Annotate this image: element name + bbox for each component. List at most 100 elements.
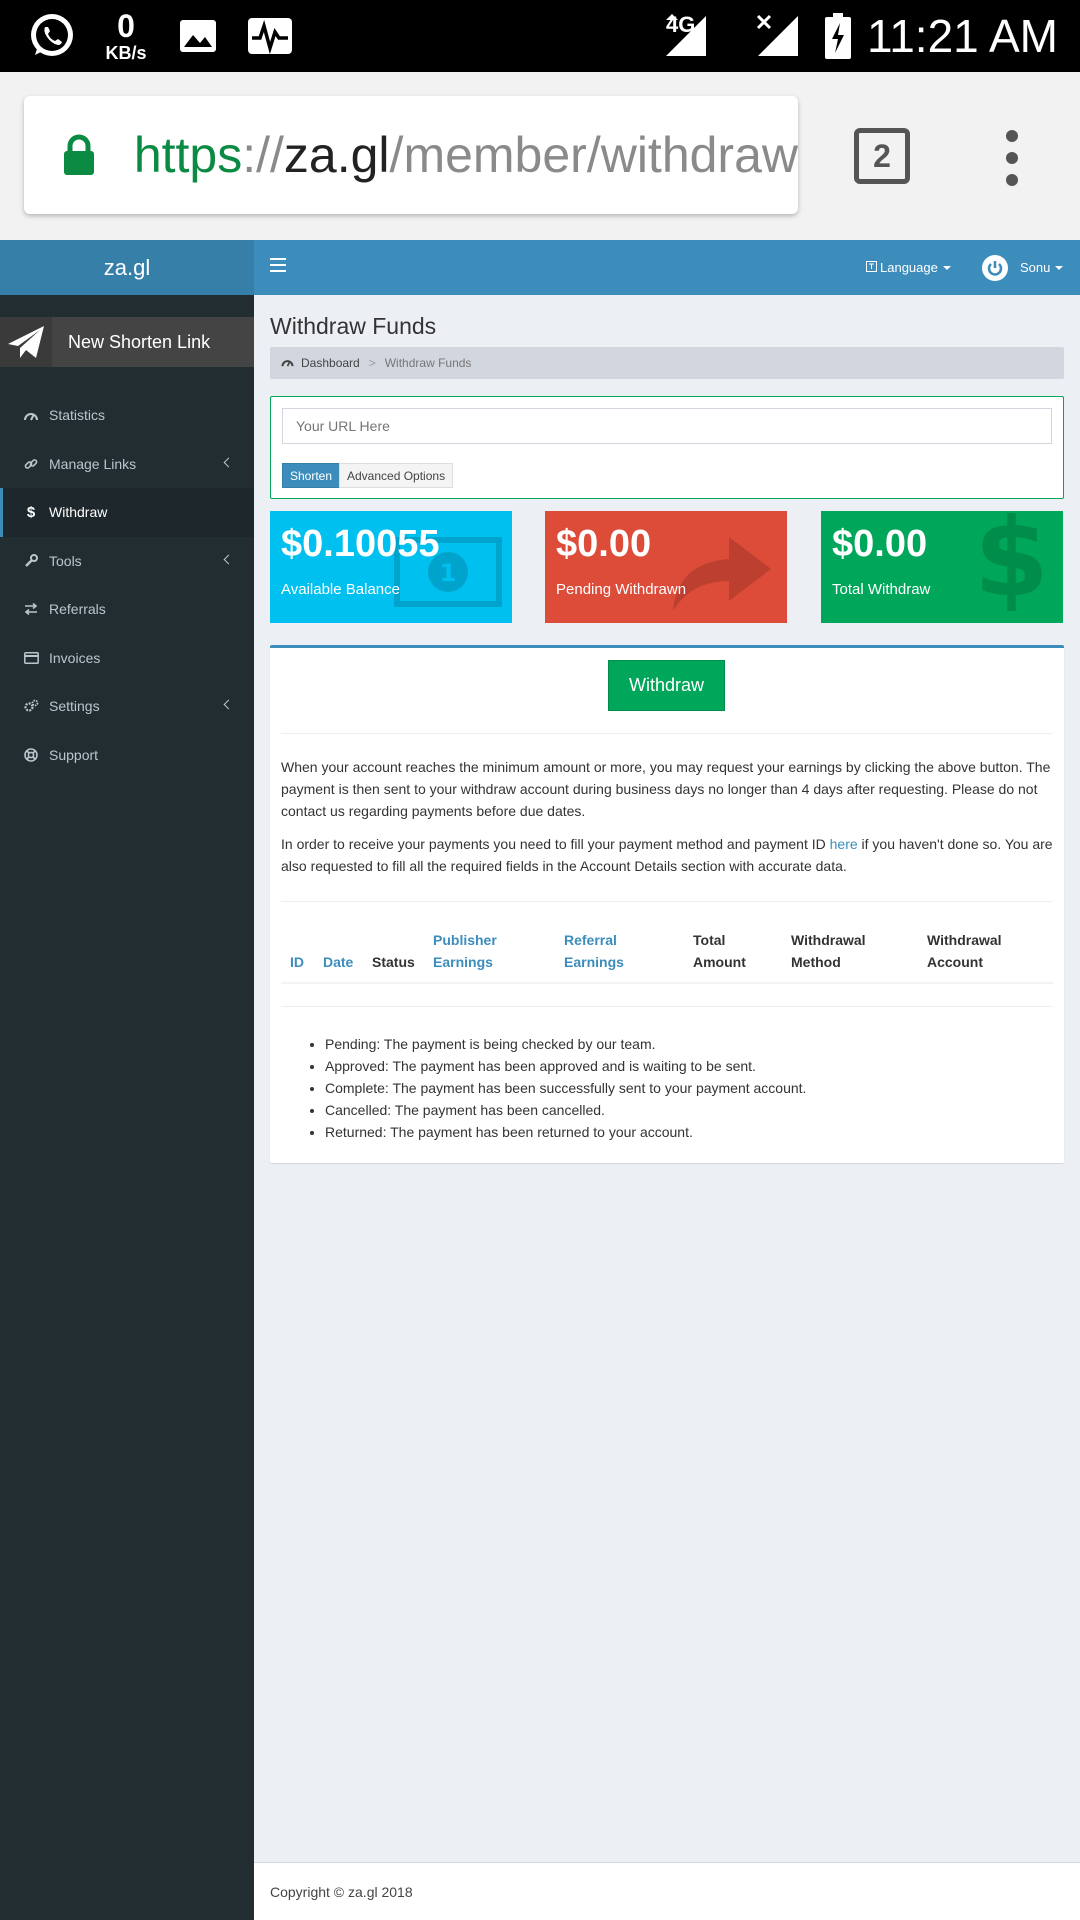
- sidebar-item-referrals[interactable]: Referrals: [0, 585, 254, 634]
- column-status: Status: [372, 951, 415, 973]
- column-label-line1: Publisher: [433, 932, 497, 948]
- total-withdraw-label: Total Withdraw: [832, 581, 931, 598]
- withdraw-box: Withdraw When your account reaches the m…: [270, 645, 1064, 1163]
- column-label-line1: Referral: [564, 932, 617, 948]
- power-icon: [982, 254, 1008, 281]
- withdraw-button[interactable]: Withdraw: [608, 660, 725, 711]
- url-path: /member/withdraw: [389, 127, 798, 183]
- status-bar: 0 KB/s 4G 11:21 AM: [0, 0, 1080, 72]
- browser-toolbar: https://za.gl/member/withdraw 2: [0, 72, 1080, 240]
- url-input[interactable]: [282, 408, 1052, 444]
- list-item: Pending: The payment is being checked by…: [325, 1033, 806, 1055]
- dashboard-icon: [281, 356, 294, 370]
- caret-down-icon: [942, 265, 951, 270]
- column-label-line1: Total: [693, 932, 726, 948]
- dollar-icon: $: [973, 511, 1049, 621]
- column-status-label: Status: [372, 954, 415, 970]
- shorten-button[interactable]: Shorten: [282, 463, 341, 488]
- net-speed-unit: KB/s: [105, 43, 147, 63]
- tab-switcher-button[interactable]: 2: [854, 128, 910, 184]
- sidebar-item-label: Settings: [49, 698, 100, 715]
- language-icon: [866, 260, 877, 275]
- no-signal-icon: [754, 0, 802, 72]
- sidebar-toggle-icon[interactable]: [270, 258, 286, 272]
- sidebar-menu: Statistics Manage Links $ Withdraw Tools…: [0, 391, 254, 779]
- top-navbar: Language Sonu: [254, 240, 1080, 295]
- sidebar-item-label: Tools: [49, 552, 82, 569]
- brand-logo[interactable]: za.gl: [0, 240, 254, 295]
- sidebar-item-withdraw[interactable]: $ Withdraw: [0, 488, 254, 537]
- footer: Copyright © za.gl 2018: [254, 1862, 1080, 1920]
- language-dropdown[interactable]: Language: [866, 240, 951, 295]
- exchange-icon: [23, 603, 39, 616]
- whatsapp-icon: [24, 0, 80, 72]
- language-label: Language: [880, 260, 938, 275]
- column-id[interactable]: ID: [290, 951, 304, 973]
- gears-icon: [23, 699, 39, 713]
- share-arrow-icon: [667, 523, 777, 618]
- wrench-icon: [23, 553, 39, 568]
- breadcrumb-home[interactable]: Dashboard: [301, 356, 360, 370]
- list-item: Complete: The payment has been successfu…: [325, 1077, 806, 1099]
- pending-withdrawn-amount: $0.00: [556, 523, 652, 565]
- browser-menu-button[interactable]: [990, 130, 1034, 186]
- divider: [281, 901, 1053, 902]
- user-name: Sonu: [1020, 260, 1051, 275]
- column-label-line2: Account: [927, 954, 983, 970]
- user-menu[interactable]: Sonu: [982, 240, 1064, 295]
- breadcrumb: Dashboard > Withdraw Funds: [270, 347, 1064, 379]
- column-label-line2: Earnings: [564, 954, 624, 970]
- sidebar: New Shorten Link Statistics Manage Links…: [0, 295, 254, 1920]
- chevron-left-icon: [223, 699, 234, 710]
- column-publisher-earnings[interactable]: Publisher Earnings: [433, 929, 497, 973]
- column-date[interactable]: Date: [323, 951, 353, 973]
- sidebar-item-support[interactable]: Support: [0, 731, 254, 780]
- available-balance-amount: $0.10055: [281, 523, 440, 565]
- available-balance-card: $0.10055 Available Balance 1: [270, 511, 512, 623]
- main-content: Withdraw Funds Dashboard > Withdraw Fund…: [254, 295, 1080, 1865]
- chevron-left-icon: [223, 457, 234, 467]
- sidebar-item-manage-links[interactable]: Manage Links: [0, 440, 254, 489]
- pending-withdrawn-card: $0.00 Pending Withdrawn: [545, 511, 787, 623]
- new-shorten-link-button[interactable]: New Shorten Link: [0, 317, 254, 367]
- column-label-line2: Amount: [693, 954, 746, 970]
- activity-icon: [244, 0, 296, 72]
- image-icon: [176, 0, 220, 72]
- page-title: Withdraw Funds: [270, 313, 437, 339]
- lifebuoy-icon: [23, 747, 39, 762]
- sidebar-item-invoices[interactable]: Invoices: [0, 634, 254, 683]
- credit-card-icon: [23, 651, 39, 664]
- url-text: https://za.gl/member/withdraw: [134, 126, 798, 184]
- column-date-label: Date: [323, 954, 354, 970]
- payment-method-text-before: In order to receive your payments you ne…: [281, 836, 830, 852]
- available-balance-label: Available Balance: [281, 581, 400, 598]
- svg-text:1: 1: [440, 559, 457, 587]
- sidebar-item-settings[interactable]: Settings: [0, 682, 254, 731]
- sidebar-item-label: Support: [49, 746, 99, 763]
- lock-icon: [24, 134, 134, 176]
- payment-method-text: In order to receive your payments you ne…: [281, 833, 1053, 877]
- paper-plane-icon: [0, 317, 52, 367]
- payment-method-link[interactable]: here: [830, 836, 858, 852]
- divider: [281, 1006, 1053, 1007]
- clock: 11:21 AM: [867, 10, 1058, 62]
- address-bar[interactable]: https://za.gl/member/withdraw: [24, 96, 798, 214]
- withdraw-info-text: When your account reaches the minimum am…: [281, 759, 1051, 819]
- status-legend: Pending: The payment is being checked by…: [303, 1033, 806, 1143]
- pending-withdrawn-label: Pending Withdrawn: [556, 581, 687, 598]
- dashboard-icon: [23, 409, 39, 421]
- copyright-text: Copyright © za.gl 2018: [270, 1883, 413, 1900]
- sidebar-item-label: Withdraw: [49, 504, 108, 521]
- column-referral-earnings[interactable]: Referral Earnings: [564, 929, 624, 973]
- breadcrumb-separator: >: [368, 356, 376, 370]
- advanced-options-button[interactable]: Advanced Options: [339, 463, 454, 488]
- column-withdrawal-method: Withdrawal Method: [791, 929, 866, 973]
- column-label-line2: Earnings: [433, 954, 493, 970]
- column-withdrawal-account: Withdrawal Account: [927, 929, 1002, 973]
- chevron-left-icon: [223, 554, 234, 564]
- sidebar-item-label: Manage Links: [49, 455, 137, 472]
- sidebar-item-statistics[interactable]: Statistics: [0, 391, 254, 440]
- sidebar-item-tools[interactable]: Tools: [0, 537, 254, 586]
- signal-icon: [662, 0, 710, 72]
- column-label-line1: Withdrawal: [791, 932, 866, 948]
